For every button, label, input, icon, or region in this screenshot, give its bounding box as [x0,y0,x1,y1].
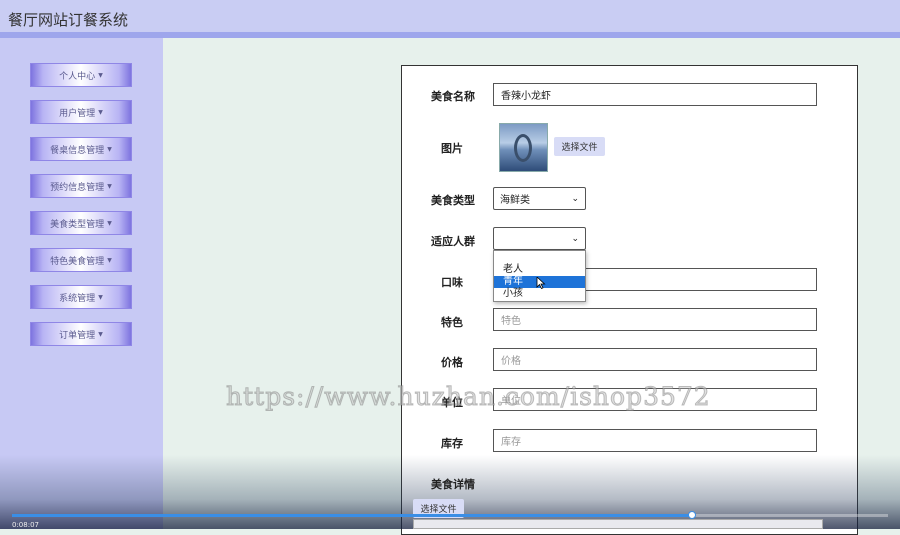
sidebar-item-featured-food[interactable]: 特色美食管理 ▼ [30,248,132,272]
sidebar-item-label: 系统管理 [59,293,96,304]
sidebar-item-table-info[interactable]: 餐桌信息管理 ▼ [30,137,132,161]
audience-label: 适应人群 [431,235,475,248]
sidebar-item-label: 特色美食管理 [50,256,105,267]
dropdown-option[interactable]: 小孩 [494,288,585,300]
sidebar-item-label: 预约信息管理 [50,182,105,193]
sidebar-item-food-type[interactable]: 美食类型管理 ▼ [30,211,132,235]
taste-label: 口味 [441,276,463,289]
chevron-down-icon: ⌄ [571,193,579,204]
caret-down-icon: ▼ [98,71,103,79]
sidebar-item-label: 个人中心 [59,71,96,82]
caret-down-icon: ▼ [107,219,112,227]
caret-down-icon: ▼ [98,330,103,338]
mouse-cursor-icon [536,277,546,289]
food-type-label: 美食类型 [431,194,475,207]
app-title: 餐厅网站订餐系统 [8,11,129,29]
dropdown-option[interactable]: 老人 [494,264,585,276]
watermark-text: https://www.huzhan.com/ishop3572 [226,382,711,412]
sidebar-item-label: 用户管理 [59,108,96,119]
stock-label: 库存 [441,437,463,450]
image-content [514,134,532,162]
stock-input[interactable]: 库存 [493,429,817,452]
sidebar-item-label: 餐桌信息管理 [50,145,105,156]
chevron-down-icon: ⌄ [571,233,579,244]
food-image-thumbnail [499,123,548,172]
sidebar-item-user-management[interactable]: 用户管理 ▼ [30,100,132,124]
choose-image-button[interactable]: 选择文件 [554,137,605,156]
caret-down-icon: ▼ [107,256,112,264]
video-progress-handle[interactable] [688,511,696,519]
food-name-label: 美食名称 [431,90,475,103]
caret-down-icon: ▼ [107,145,112,153]
rich-text-toolbar[interactable] [413,519,823,529]
sidebar-item-label: 订单管理 [59,330,96,341]
top-bar: 餐厅网站订餐系统 [0,0,900,38]
audience-select[interactable]: ⌄ [493,227,586,250]
sidebar-item-orders[interactable]: 订单管理 ▼ [30,322,132,346]
food-type-value: 海鲜类 [500,195,530,206]
sidebar-item-personal-center[interactable]: 个人中心 ▼ [30,63,132,87]
sidebar-item-reservation-info[interactable]: 预约信息管理 ▼ [30,174,132,198]
sidebar-item-system[interactable]: 系统管理 ▼ [30,285,132,309]
sidebar-item-label: 美食类型管理 [50,219,105,230]
detail-label: 美食详情 [431,478,475,491]
food-type-select[interactable]: 海鲜类 ⌄ [493,187,586,210]
audience-dropdown-list: 老人 青年 小孩 [493,250,586,302]
image-label: 图片 [441,142,463,155]
feature-label: 特色 [441,316,463,329]
caret-down-icon: ▼ [98,108,103,116]
video-progress-fill [12,514,692,517]
food-name-input[interactable]: 香辣小龙虾 [493,83,817,106]
price-label: 价格 [441,356,463,369]
feature-input[interactable]: 特色 [493,308,817,331]
price-input[interactable]: 价格 [493,348,817,371]
video-time: 0:08:07 [12,521,39,529]
caret-down-icon: ▼ [98,293,103,301]
caret-down-icon: ▼ [107,182,112,190]
